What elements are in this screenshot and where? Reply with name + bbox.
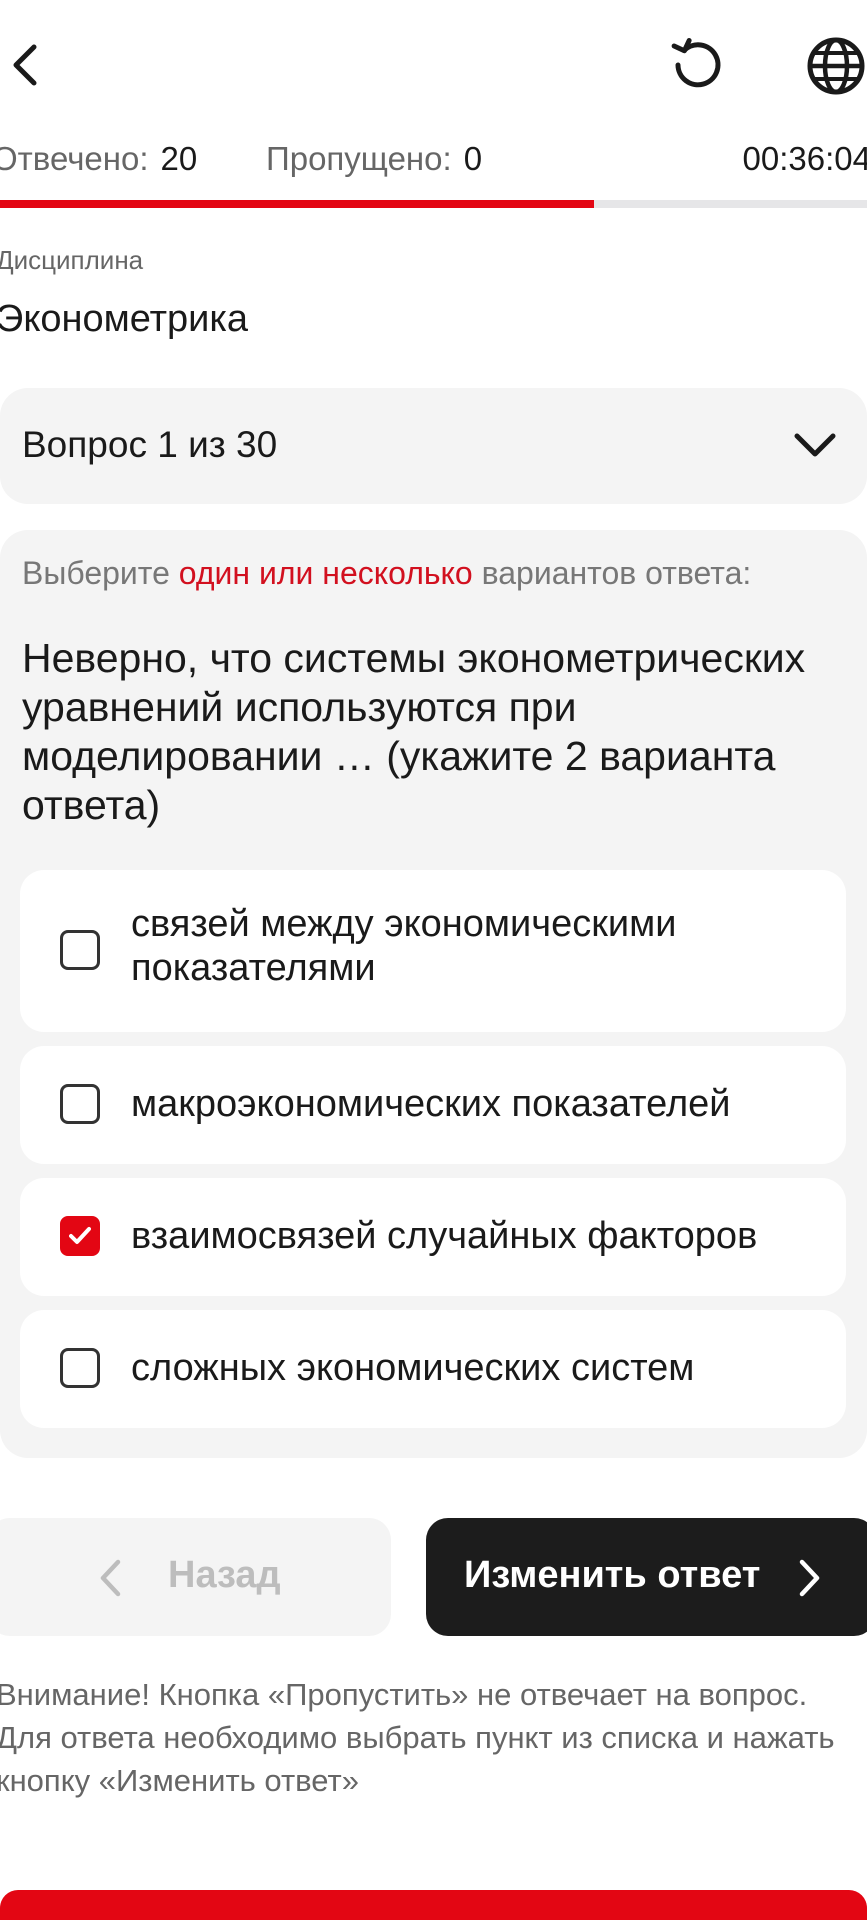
notice-text: Внимание! Кнопка «Пропустить» не отвечае… (0, 1677, 835, 1798)
language-button[interactable] (800, 30, 867, 102)
instruction-accent: один или несколько (178, 555, 473, 591)
skipped-label: Пропущено: (266, 140, 452, 177)
back-button-label: Назад (168, 1554, 281, 1596)
chevron-down-icon (794, 433, 836, 457)
option-text: сложных экономических систем (131, 1347, 695, 1389)
answered-count: 20 (160, 140, 198, 177)
discipline-label: Дисциплина (0, 245, 144, 275)
top-bar (0, 0, 867, 130)
answer-option[interactable]: сложных экономических систем (20, 1310, 846, 1428)
question-text: Неверно, что системы эконометрических ур… (22, 635, 806, 828)
chevron-left-icon (100, 1559, 121, 1597)
change-answer-label: Изменить ответ (464, 1554, 761, 1596)
skipped-count: 0 (463, 140, 483, 177)
answer-instruction: Выберите один или несколько вариантов от… (22, 555, 751, 592)
discipline-name: Эконометрика (0, 298, 248, 340)
chevron-left-icon (13, 44, 37, 86)
instruction-suffix: вариантов ответа: (481, 555, 752, 591)
option-text: взаимосвязей случайных факторов (131, 1215, 758, 1257)
back-nav-button[interactable] (0, 30, 50, 100)
checkbox[interactable] (60, 1084, 100, 1124)
refresh-button[interactable] (660, 28, 734, 102)
answer-option[interactable]: макроэкономических показателей (20, 1046, 846, 1164)
question-selector[interactable]: Вопрос 1 из 30 (0, 388, 867, 504)
chevron-right-icon (799, 1559, 820, 1597)
checkbox[interactable] (60, 930, 100, 970)
option-text: макроэкономических показателей (131, 1083, 731, 1125)
progress-bar (0, 200, 867, 208)
answered-stat: Отвечено: 20 (0, 140, 197, 178)
back-button[interactable]: Назад (0, 1518, 391, 1636)
globe-icon (807, 37, 865, 95)
option-text: связей между экономическими показателями (131, 903, 677, 989)
skipped-stat: Пропущено: 0 (266, 140, 482, 178)
change-answer-button[interactable]: Изменить ответ (426, 1518, 867, 1636)
progress-fill (0, 200, 594, 208)
checkbox[interactable] (60, 1348, 100, 1388)
question-selector-label: Вопрос 1 из 30 (22, 424, 278, 465)
question-card: Выберите один или несколько вариантов от… (0, 530, 867, 1458)
answer-option[interactable]: взаимосвязей случайных факторов (20, 1178, 846, 1296)
checkmark-icon (69, 1227, 91, 1244)
instruction-prefix: Выберите (22, 555, 170, 591)
quiz-stats: Отвечено: 20 Пропущено: 0 00:36:04 (0, 140, 867, 186)
refresh-icon (671, 38, 721, 88)
bottom-action-bar[interactable] (0, 1890, 867, 1920)
answered-label: Отвечено: (0, 140, 149, 177)
answer-option[interactable]: связей между экономическими показателями (20, 870, 846, 1032)
timer: 00:36:04 (742, 140, 867, 177)
checkbox[interactable] (60, 1216, 100, 1256)
